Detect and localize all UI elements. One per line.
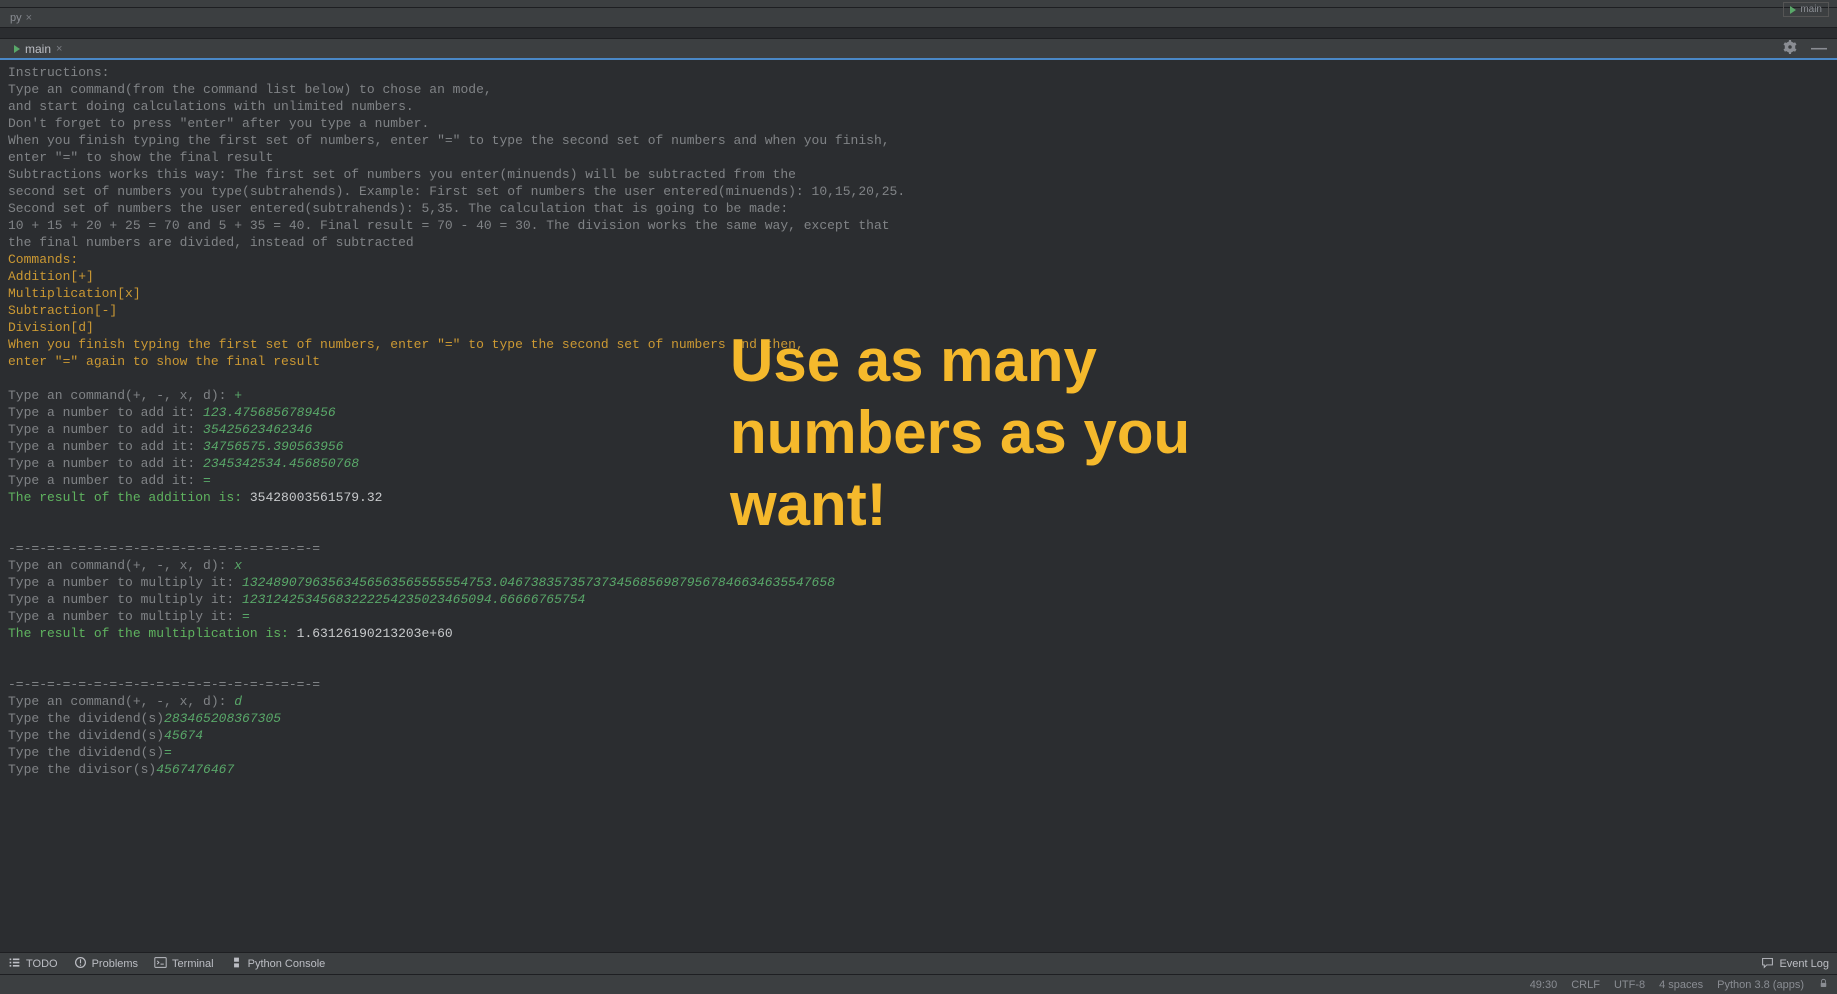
python-console-button[interactable]: Python Console (230, 956, 326, 972)
speech-icon (1761, 956, 1774, 972)
cursor-position[interactable]: 49:30 (1530, 979, 1558, 991)
todo-button[interactable]: TODO (8, 956, 58, 972)
console-text: Type a number to add it: 34756575.390563… (8, 438, 1829, 455)
lock-icon[interactable] (1818, 978, 1829, 992)
console-text: and start doing calculations with unlimi… (8, 98, 1829, 115)
console-text: Division[d] (8, 319, 1829, 336)
console-text: Multiplication[x] (8, 285, 1829, 302)
interpreter[interactable]: Python 3.8 (apps) (1717, 979, 1804, 991)
console-blank (8, 523, 1829, 540)
python-icon (230, 956, 243, 972)
editor-tab[interactable]: py × (4, 10, 38, 26)
problems-button[interactable]: Problems (74, 956, 138, 972)
terminal-label: Terminal (172, 958, 214, 970)
terminal-icon (154, 956, 167, 972)
close-icon[interactable]: × (26, 12, 32, 24)
play-icon (14, 45, 20, 53)
console-text: Second set of numbers the user entered(s… (8, 200, 1829, 217)
console-text: enter "=" to show the final result (8, 149, 1829, 166)
console-text: Type the dividend(s)45674 (8, 727, 1829, 744)
minimize-icon[interactable]: — (1807, 40, 1831, 58)
console-text: Type a number to multiply it: 1324890796… (8, 574, 1829, 591)
console-text: Type a number to add it: 35425623462346 (8, 421, 1829, 438)
console-text: Type an command(+, -, x, d): d (8, 693, 1829, 710)
console-text: -=-=-=-=-=-=-=-=-=-=-=-=-=-=-=-=-=-=-=-= (8, 540, 1829, 557)
close-icon[interactable]: × (56, 43, 62, 55)
console-blank (8, 642, 1829, 659)
console-text: Type the dividend(s)= (8, 744, 1829, 761)
console-text: Type a number to add it: = (8, 472, 1829, 489)
console-text: Type a number to multiply it: = (8, 608, 1829, 625)
editor-tabs-row: py × (0, 8, 1837, 28)
console-text: Type an command(+, -, x, d): + (8, 387, 1829, 404)
bottom-tool-buttons: TODO Problems Terminal Python Console Ev… (0, 952, 1837, 974)
console-text: When you finish typing the first set of … (8, 336, 1829, 353)
menu-bar-strip (0, 0, 1837, 8)
console-text: the final numbers are divided, instead o… (8, 234, 1829, 251)
console-text: Subtraction[-] (8, 302, 1829, 319)
python-console-label: Python Console (248, 958, 326, 970)
console-text: Subtractions works this way: The first s… (8, 166, 1829, 183)
run-config-selector[interactable]: main (1783, 2, 1829, 17)
console-text: The result of the addition is: 354280035… (8, 489, 1829, 506)
console-text: 10 + 15 + 20 + 25 = 70 and 5 + 35 = 40. … (8, 217, 1829, 234)
console-blank (8, 506, 1829, 523)
console-text: -=-=-=-=-=-=-=-=-=-=-=-=-=-=-=-=-=-=-=-= (8, 676, 1829, 693)
console-text: enter "=" again to show the final result (8, 353, 1829, 370)
console-text: Type a number to add it: 123.47568567894… (8, 404, 1829, 421)
console-text: Type a number to add it: 2345342534.4568… (8, 455, 1829, 472)
play-icon (1790, 6, 1796, 14)
console-text: Addition[+] (8, 268, 1829, 285)
console-text: Type an command(+, -, x, d): x (8, 557, 1829, 574)
terminal-button[interactable]: Terminal (154, 956, 214, 972)
top-right-run-widgets: main (1783, 2, 1829, 17)
console-blank (8, 659, 1829, 676)
console-text: Don't forget to press "enter" after you … (8, 115, 1829, 132)
console-text: Type a number to multiply it: 1231242534… (8, 591, 1829, 608)
console-output[interactable]: Instructions: Type an command(from the c… (0, 60, 1837, 952)
console-text: Type an command(from the command list be… (8, 81, 1829, 98)
console-text: second set of numbers you type(subtrahen… (8, 183, 1829, 200)
editor-tab-label: py (10, 12, 22, 24)
event-log-button[interactable]: Event Log (1761, 956, 1829, 972)
console-text: Instructions: (8, 64, 1829, 81)
run-tab-label: main (25, 42, 51, 56)
line-separator[interactable]: CRLF (1571, 979, 1600, 991)
console-text: The result of the multiplication is: 1.6… (8, 625, 1829, 642)
console-text: Commands: (8, 251, 1829, 268)
editor-gap (0, 28, 1837, 38)
problems-label: Problems (92, 958, 138, 970)
run-tab-main[interactable]: main × (6, 40, 70, 58)
run-config-label: main (1800, 4, 1822, 15)
warning-icon (74, 956, 87, 972)
run-tool-tab-row: main × — (0, 38, 1837, 60)
console-text: Type the divisor(s)4567476467 (8, 761, 1829, 778)
status-bar: 49:30 CRLF UTF-8 4 spaces Python 3.8 (ap… (0, 974, 1837, 994)
list-icon (8, 956, 21, 972)
todo-label: TODO (26, 958, 58, 970)
console-text: Type the dividend(s)283465208367305 (8, 710, 1829, 727)
file-encoding[interactable]: UTF-8 (1614, 979, 1645, 991)
event-log-label: Event Log (1779, 958, 1829, 970)
console-text: When you finish typing the first set of … (8, 132, 1829, 149)
indent-setting[interactable]: 4 spaces (1659, 979, 1703, 991)
console-blank (8, 370, 1829, 387)
gear-icon[interactable] (1783, 40, 1797, 57)
